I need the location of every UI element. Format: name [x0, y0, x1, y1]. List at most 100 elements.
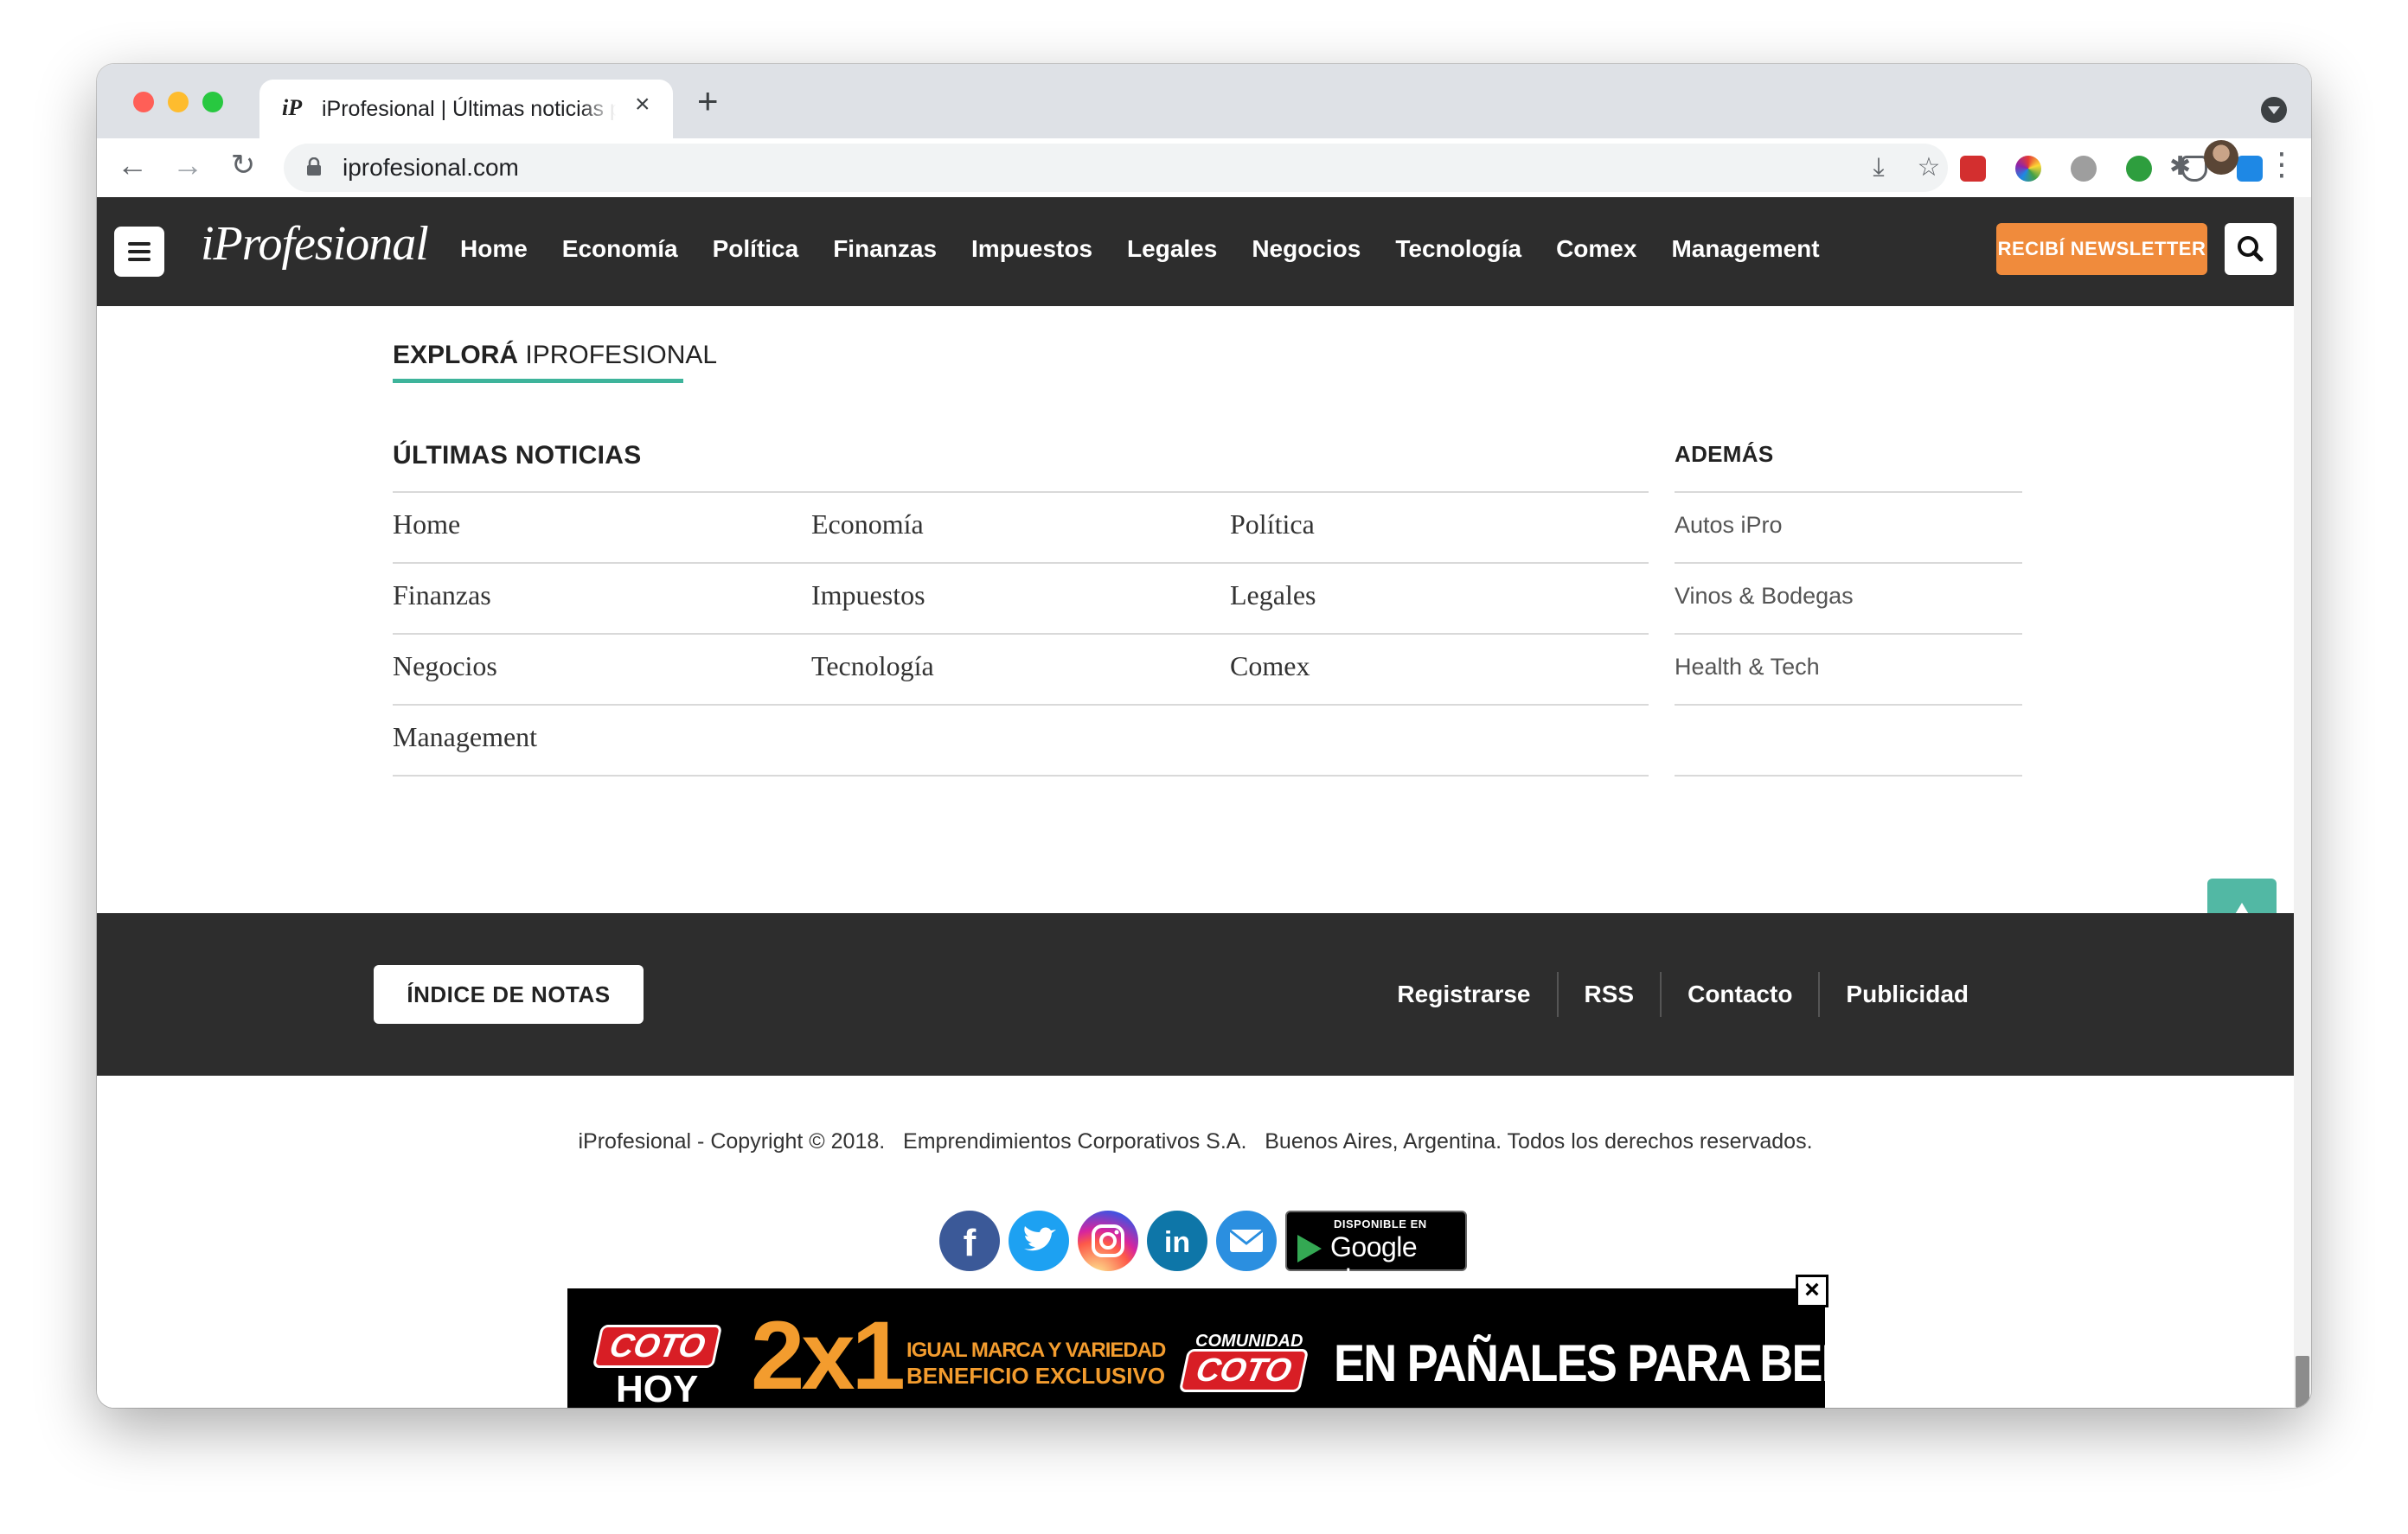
ad-hoy: HOY: [616, 1368, 699, 1408]
ad-headline: EN PAÑALES PARA BEBÉS: [1334, 1334, 1914, 1392]
ad-banner[interactable]: COTO HOY 2x1 IGUAL MARCA Y VARIEDAD BENE…: [567, 1288, 1914, 1408]
site-logo[interactable]: iProfesional: [201, 216, 429, 272]
footer-links: Registrarse RSS Contacto Publicidad: [1371, 972, 1995, 1017]
nav-item-finanzas[interactable]: Finanzas: [833, 235, 937, 263]
linkedin-icon[interactable]: in: [1147, 1211, 1207, 1271]
bookmark-star-icon[interactable]: ☆: [1913, 152, 1944, 183]
svg-text:f: f: [964, 1222, 977, 1264]
news-link-home[interactable]: Home: [393, 508, 460, 540]
url-text: iprofesional.com: [343, 154, 519, 181]
menu-icon[interactable]: [114, 227, 164, 277]
instagram-icon[interactable]: [1078, 1211, 1138, 1271]
scrollbar[interactable]: [2294, 197, 2311, 1408]
nav-item-impuestos[interactable]: Impuestos: [971, 235, 1092, 263]
maximize-window-button[interactable]: [202, 92, 223, 112]
minimize-window-button[interactable]: [168, 92, 189, 112]
divider: [393, 562, 1649, 564]
news-link-legales[interactable]: Legales: [1230, 579, 1316, 611]
nav-item-negocios[interactable]: Negocios: [1252, 235, 1361, 263]
divider: [1675, 775, 2022, 777]
tab-strip: iP iProfesional | Últimas noticias p × +: [97, 64, 2311, 140]
extension-reader-icon[interactable]: [2237, 156, 2263, 182]
facebook-icon[interactable]: f: [939, 1211, 1000, 1271]
divider: [1675, 491, 2022, 493]
footer-bar: ÍNDICE DE NOTAS Registrarse RSS Contacto…: [97, 913, 2294, 1076]
news-link-politica[interactable]: Política: [1230, 508, 1315, 540]
extension-green-icon[interactable]: [2126, 156, 2152, 182]
divider: [1675, 562, 2022, 564]
scrollbar-thumb[interactable]: [2296, 1356, 2309, 1408]
extra-link-autos[interactable]: Autos iPro: [1675, 512, 1783, 539]
adblock-plus-icon[interactable]: [2071, 156, 2097, 182]
svg-text:in: in: [1164, 1226, 1190, 1259]
browser-toolbar: ← → ↻ iprofesional.com ⤓ ☆ ✱: [97, 138, 2311, 197]
news-link-negocios[interactable]: Negocios: [393, 650, 497, 682]
lock-icon: [307, 157, 321, 176]
search-icon: [2238, 236, 2264, 262]
install-app-icon[interactable]: ⤓: [1863, 152, 1894, 183]
forward-button[interactable]: →: [166, 144, 209, 187]
page-viewport: iProfesional Home Economía Política Fina…: [97, 197, 2294, 1408]
extra-link-vinos[interactable]: Vinos & Bodegas: [1675, 583, 1854, 610]
news-link-comex[interactable]: Comex: [1230, 650, 1310, 682]
footer-link-rss[interactable]: RSS: [1556, 972, 1661, 1017]
extension-todoist-icon[interactable]: [1960, 156, 1986, 182]
footer-link-registrarse[interactable]: Registrarse: [1371, 972, 1556, 1017]
site-header: iProfesional Home Economía Política Fina…: [97, 197, 2294, 306]
email-icon[interactable]: [1216, 1211, 1277, 1271]
tab-search-icon[interactable]: [2261, 97, 2287, 123]
tab-title: iProfesional | Últimas noticias p: [322, 97, 616, 121]
ad-promo: 2x1: [751, 1301, 906, 1408]
google-play-badge[interactable]: DISPONIBLE EN Google play: [1285, 1211, 1467, 1294]
indice-notas-button[interactable]: ÍNDICE DE NOTAS: [374, 965, 644, 1024]
main-nav: Home Economía Política Finanzas Impuesto…: [460, 235, 1820, 263]
latest-news-title: ÚLTIMAS NOTICIAS: [393, 441, 642, 470]
news-link-tecnologia[interactable]: Tecnología: [811, 650, 934, 682]
footer-link-contacto[interactable]: Contacto: [1660, 972, 1818, 1017]
nav-item-economia[interactable]: Economía: [562, 235, 678, 263]
close-ad-icon[interactable]: ×: [1796, 1275, 1828, 1307]
new-tab-button[interactable]: +: [697, 83, 719, 119]
news-link-economia[interactable]: Economía: [811, 508, 924, 540]
explore-heading-bold: EXPLORÁ: [393, 341, 519, 369]
back-button[interactable]: ←: [111, 144, 154, 187]
divider: [393, 704, 1649, 706]
nav-item-politica[interactable]: Política: [713, 235, 799, 263]
footer-link-publicidad[interactable]: Publicidad: [1818, 972, 1995, 1017]
explore-heading: EXPLORÁ IPROFESIONAL: [393, 341, 717, 370]
close-tab-icon[interactable]: ×: [635, 92, 650, 118]
nav-item-management[interactable]: Management: [1671, 235, 1819, 263]
copyright-text: iProfesional - Copyright © 2018. Emprend…: [578, 1129, 1813, 1154]
news-link-impuestos[interactable]: Impuestos: [811, 579, 925, 611]
browser-tab[interactable]: iP iProfesional | Últimas noticias p ×: [259, 80, 673, 140]
divider: [393, 491, 1649, 493]
address-bar[interactable]: iprofesional.com ⤓ ☆: [284, 144, 1948, 192]
pocket-icon[interactable]: [2181, 156, 2207, 182]
explore-heading-rest: IPROFESIONAL: [518, 341, 718, 369]
nav-item-home[interactable]: Home: [460, 235, 528, 263]
twitter-icon[interactable]: [1009, 1211, 1069, 1271]
nav-item-legales[interactable]: Legales: [1127, 235, 1217, 263]
news-link-finanzas[interactable]: Finanzas: [393, 579, 491, 611]
coto-logo-2: COTO: [1178, 1349, 1310, 1392]
search-button[interactable]: [2225, 223, 2277, 275]
close-window-button[interactable]: [133, 92, 154, 112]
ad-line2: BENEFICIO EXCLUSIVO: [906, 1363, 1166, 1389]
divider: [1675, 633, 2022, 635]
ad-line1: IGUAL MARCA Y VARIEDAD: [906, 1339, 1166, 1362]
reload-button[interactable]: ↻: [221, 144, 265, 187]
newsletter-button[interactable]: RECIBÍ NEWSLETTER: [1996, 223, 2207, 275]
browser-window: iP iProfesional | Últimas noticias p × +…: [97, 64, 2311, 1408]
extension-colorpick-icon[interactable]: [2015, 156, 2041, 182]
coto-logo: COTO: [592, 1325, 723, 1368]
gplay-small-text: DISPONIBLE EN: [1334, 1218, 1427, 1230]
divider: [393, 633, 1649, 635]
gplay-big-text: Google play: [1330, 1231, 1418, 1294]
divider: [393, 775, 1649, 777]
divider: [1675, 704, 2022, 706]
news-link-management[interactable]: Management: [393, 721, 537, 753]
explore-underline: [393, 379, 683, 383]
nav-item-tecnologia[interactable]: Tecnología: [1395, 235, 1521, 263]
nav-item-comex[interactable]: Comex: [1556, 235, 1636, 263]
extra-link-health[interactable]: Health & Tech: [1675, 654, 1820, 681]
